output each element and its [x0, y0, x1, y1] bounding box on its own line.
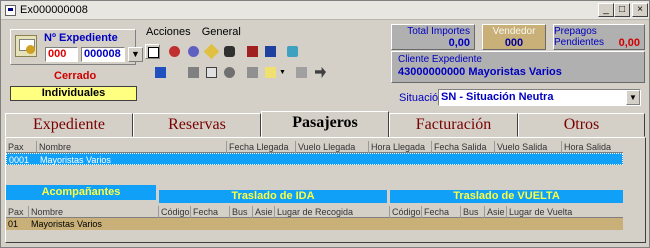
- window-title: Ex000000008: [20, 4, 88, 16]
- expediente-box: Nº Expediente 000 000008 ▼: [10, 29, 143, 65]
- prepagos-value: 0,00: [618, 37, 640, 49]
- situacion-value: SN - Situación Neutra: [441, 91, 554, 103]
- note-icon[interactable]: [263, 65, 278, 80]
- col-vuelta-bus: Bus: [461, 206, 485, 218]
- col-ida-codigo: Código: [161, 206, 191, 218]
- tab-expediente[interactable]: Expediente: [5, 113, 133, 137]
- col-pax: Pax: [6, 141, 37, 153]
- pasajero-nombre: Mayoristas Varios: [40, 155, 111, 165]
- minimize-button[interactable]: _: [598, 3, 614, 17]
- col-vuelta-fecha: Fecha: [422, 206, 461, 218]
- col-nombre: Nombre: [37, 141, 227, 153]
- situacion-select[interactable]: SN - Situación Neutra ▼: [438, 89, 641, 106]
- main-window: Ex000000008 _ □ × Nº Expediente 000 0000…: [0, 0, 650, 248]
- close-button[interactable]: ×: [632, 3, 648, 17]
- col-fecha-salida: Fecha Salida: [432, 141, 495, 153]
- cliente-label: Cliente Expediente: [398, 54, 482, 65]
- binoculars-icon[interactable]: [222, 44, 237, 59]
- menu-bar: Acciones General: [146, 26, 249, 38]
- col-acomp-pax: Pax: [6, 206, 29, 218]
- new-doc-icon[interactable]: [145, 44, 160, 59]
- people-icon[interactable]: [167, 44, 182, 59]
- network-icon[interactable]: [285, 44, 300, 59]
- box-icon[interactable]: [186, 65, 201, 80]
- tab-otros[interactable]: Otros: [518, 113, 645, 137]
- note-dropdown-icon[interactable]: ▼: [279, 65, 289, 80]
- expediente-number-input[interactable]: 000008: [81, 47, 125, 62]
- cliente-value: 43000000000 Mayoristas Varios: [398, 66, 562, 78]
- list-icon[interactable]: [204, 65, 219, 80]
- disc-icon[interactable]: [186, 44, 201, 59]
- window-icon: [5, 5, 16, 16]
- vendedor-label: Vendedor: [492, 26, 536, 37]
- col-fecha-llegada: Fecha Llegada: [227, 141, 296, 153]
- expediente-label: Nº Expediente: [44, 32, 118, 44]
- col-ida-fecha: Fecha: [191, 206, 230, 218]
- pasajeros-panel: Pax Nombre Fecha Llegada Vuelo Llegada H…: [5, 137, 646, 243]
- col-vuelta-codigo: Código: [392, 206, 422, 218]
- total-importes-label: Total Importes: [407, 26, 470, 37]
- maximize-button[interactable]: □: [614, 3, 630, 17]
- total-importes-value: 0,00: [448, 37, 470, 49]
- tab-pasajeros[interactable]: Pasajeros: [261, 111, 389, 139]
- traslado-ida-title: Traslado de IDA: [159, 190, 387, 203]
- forward-arrow-icon[interactable]: [313, 65, 328, 80]
- total-importes-box: Total Importes 0,00: [391, 24, 475, 50]
- print-icon[interactable]: [294, 65, 309, 80]
- prepagos-box: Prepagos Pendientes 0,00: [553, 24, 645, 50]
- pasajero-pax: 0001: [9, 155, 30, 165]
- col-hora-llegada: Hora Llegada: [369, 141, 432, 153]
- col-vuelo-llegada: Vuelo Llegada: [296, 141, 369, 153]
- title-bar: Ex000000008 _ □ ×: [1, 1, 649, 20]
- acompanante-nombre: Mayoristas Varios: [31, 219, 102, 229]
- bwk-bes-icon[interactable]: [245, 44, 260, 59]
- expediente-serie-input[interactable]: 000: [45, 47, 78, 62]
- vendedor-box: Vendedor 000: [482, 24, 546, 50]
- key-icon[interactable]: [222, 65, 237, 80]
- tab-facturacion[interactable]: Facturación: [389, 113, 518, 137]
- col-hora-salida: Hora Salida: [564, 142, 612, 152]
- cliente-box: Cliente Expediente 43000000000 Mayorista…: [391, 51, 645, 83]
- menu-acciones[interactable]: Acciones: [146, 26, 191, 38]
- acompanante-pax: 01: [8, 219, 19, 229]
- folder-icon: [15, 35, 37, 57]
- chevron-down-icon[interactable]: ▼: [626, 90, 640, 105]
- status-closed-label: Cerrado: [54, 70, 97, 82]
- tab-reservas[interactable]: Reservas: [133, 113, 261, 137]
- menu-general[interactable]: General: [202, 26, 241, 38]
- exit-icon[interactable]: [153, 65, 168, 80]
- acompanantes-header: Pax Nombre Código Fecha Bus Asie Lugar d…: [6, 206, 623, 218]
- col-vuelta-asiento: Asie: [485, 206, 507, 218]
- col-ida-bus: Bus: [230, 206, 253, 218]
- pasajero-row[interactable]: 0001 Mayoristas Varios: [6, 153, 623, 165]
- edit-icon[interactable]: [203, 43, 220, 60]
- vendedor-value: 000: [504, 37, 524, 49]
- col-acomp-nombre: Nombre: [29, 206, 159, 218]
- col-ida-asiento: Asie: [253, 206, 275, 218]
- pasajeros-header: Pax Nombre Fecha Llegada Vuelo Llegada H…: [6, 141, 623, 153]
- bwk-export-icon[interactable]: [263, 44, 278, 59]
- col-lugar-recogida: Lugar de Recogida: [275, 206, 390, 218]
- expediente-lookup-button[interactable]: ▼: [128, 47, 143, 62]
- col-vuelo-salida: Vuelo Salida: [495, 141, 562, 153]
- col-lugar-vuelta: Lugar de Vuelta: [509, 207, 573, 217]
- acompanante-row[interactable]: 01 Mayoristas Varios: [6, 218, 623, 230]
- expediente-type-badge: Individuales: [10, 86, 137, 101]
- tools-icon[interactable]: [245, 65, 260, 80]
- acompanantes-title: Acompañantes: [6, 185, 156, 200]
- main-tabs: Expediente Reservas Pasajeros Facturació…: [5, 111, 646, 139]
- traslado-vuelta-title: Traslado de VUELTA: [390, 190, 623, 203]
